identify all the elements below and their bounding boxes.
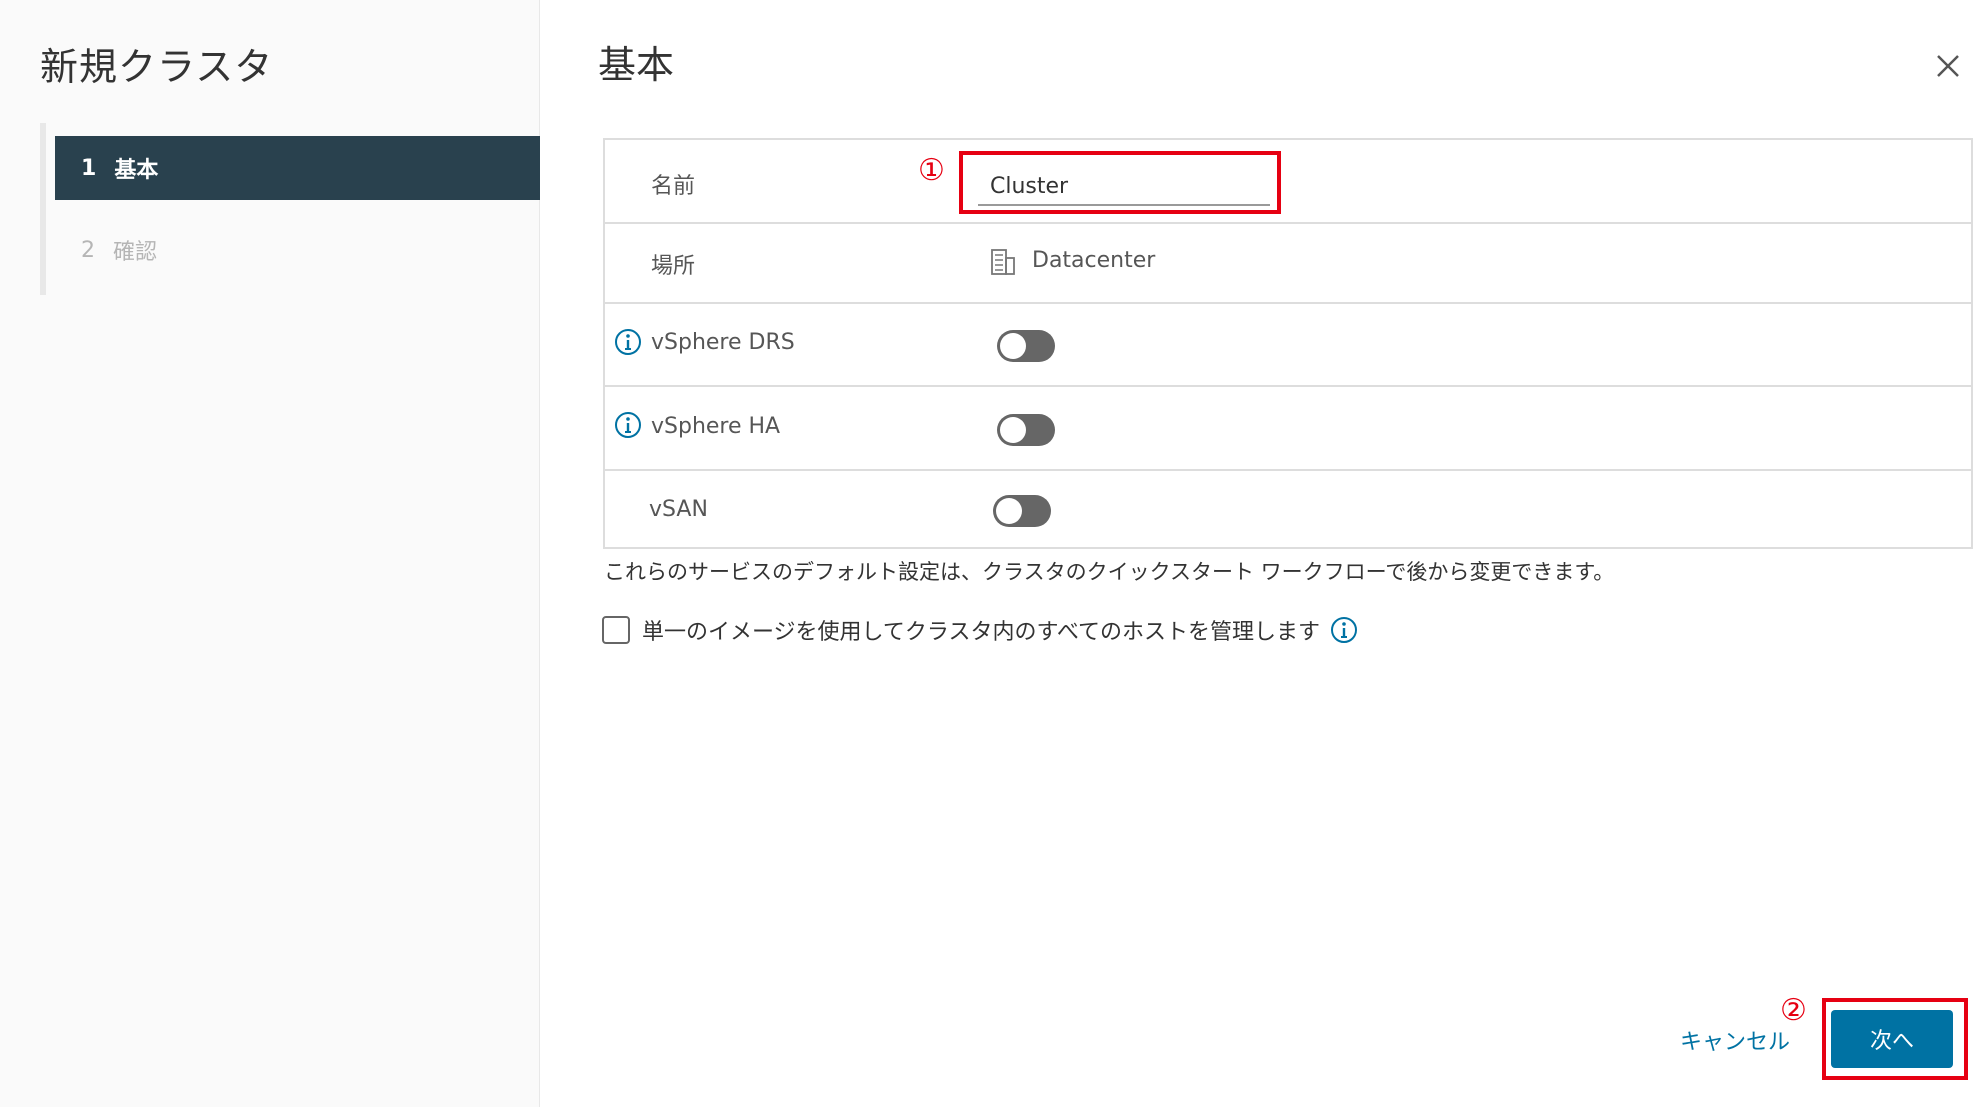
wizard-sidebar: 新規クラスタ 1 基本 2 確認 xyxy=(0,0,540,1107)
single-image-label: 単一のイメージを使用してクラスタ内のすべてのホストを管理します xyxy=(642,620,1321,645)
highlight-name-input xyxy=(959,151,1281,214)
info-icon[interactable] xyxy=(614,328,642,356)
datacenter-icon xyxy=(991,249,1015,275)
vsan-label: vSAN xyxy=(649,497,708,522)
step-label: 確認 xyxy=(113,240,158,265)
toggle-knob xyxy=(996,498,1022,524)
info-icon[interactable] xyxy=(1330,616,1358,644)
step-basic[interactable]: 1 基本 xyxy=(55,136,540,200)
close-icon xyxy=(1937,55,1959,77)
step-number: 2 xyxy=(81,237,95,263)
annotation-marker-2: ② xyxy=(1780,993,1807,1028)
ha-toggle[interactable] xyxy=(997,414,1055,446)
step-confirm[interactable]: 2 確認 xyxy=(55,218,540,282)
wizard-title: 新規クラスタ xyxy=(40,45,274,89)
info-icon[interactable] xyxy=(614,411,642,439)
step-label: 基本 xyxy=(114,158,159,183)
location-value: Datacenter xyxy=(1032,248,1156,273)
close-button[interactable] xyxy=(1930,48,1966,84)
step-number: 1 xyxy=(81,155,97,181)
page-title: 基本 xyxy=(598,43,675,87)
row-drs: vSphere DRS xyxy=(605,304,1971,387)
annotation-marker-1: ① xyxy=(918,153,945,188)
row-name: 名前 xyxy=(605,140,1971,224)
toggle-knob xyxy=(1000,333,1026,359)
ha-label: vSphere HA xyxy=(651,414,781,439)
drs-toggle[interactable] xyxy=(997,330,1055,362)
single-image-checkbox[interactable] xyxy=(602,616,630,644)
cancel-button[interactable]: キャンセル xyxy=(1680,1024,1790,1056)
toggle-knob xyxy=(1000,417,1026,443)
cluster-form: 名前 場所 Datacenter vSphere DRS xyxy=(603,138,1973,549)
row-vsan: vSAN xyxy=(605,471,1971,551)
vsan-toggle[interactable] xyxy=(993,495,1051,527)
step-rail xyxy=(40,123,46,295)
single-image-option: 単一のイメージを使用してクラスタ内のすべてのホストを管理します xyxy=(602,614,1358,646)
name-label: 名前 xyxy=(651,174,696,199)
row-location: 場所 Datacenter xyxy=(605,224,1971,304)
services-hint: これらのサービスのデフォルト設定は、クラスタのクイックスタート ワークフローで後… xyxy=(604,560,1615,584)
next-button[interactable]: 次へ xyxy=(1831,1010,1953,1068)
drs-label: vSphere DRS xyxy=(651,330,795,355)
location-label: 場所 xyxy=(651,254,696,279)
row-ha: vSphere HA xyxy=(605,387,1971,471)
